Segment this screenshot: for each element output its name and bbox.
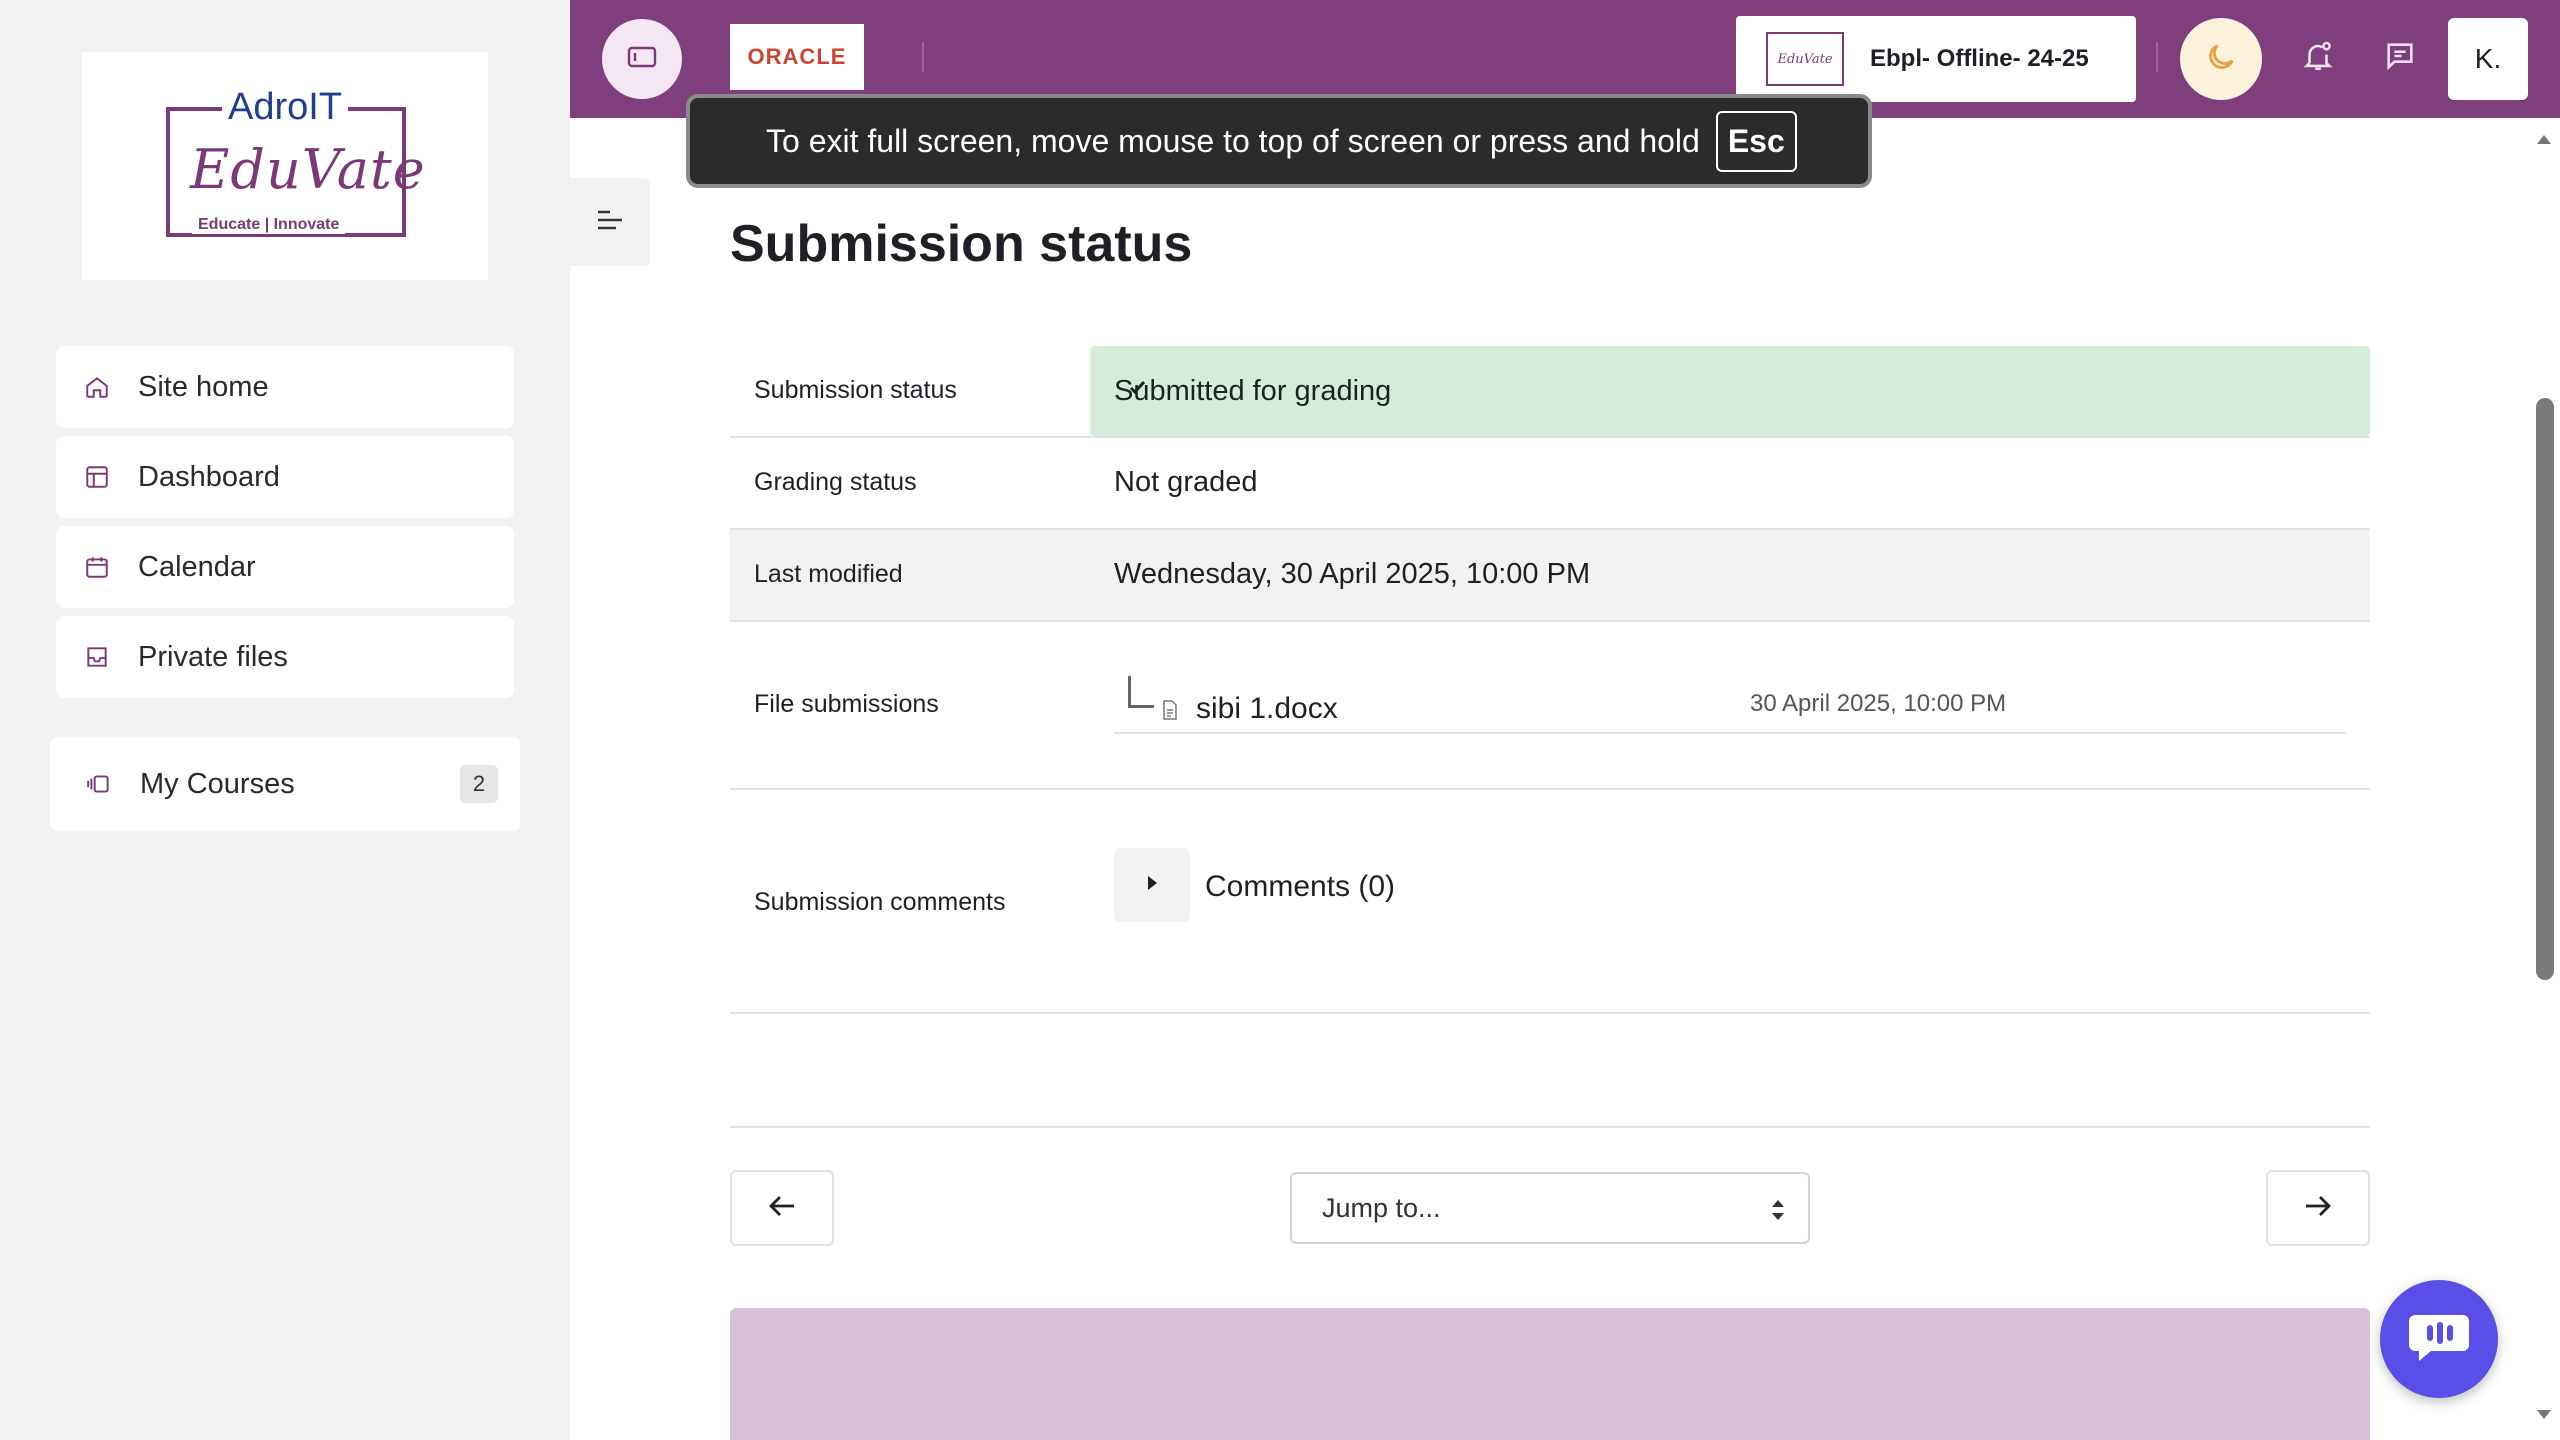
label-submission-status: Submission status — [754, 376, 957, 404]
org-switcher[interactable]: EduVate Ebpl- Offline- 24-25 — [1736, 16, 2136, 102]
label-last-modified: Last modified — [754, 560, 903, 588]
sidebar-item-label: My Courses — [140, 767, 295, 800]
org-logo: EduVate — [1766, 32, 1844, 86]
divider — [922, 42, 924, 72]
document-icon — [1162, 700, 1180, 722]
previous-activity-button[interactable] — [730, 1170, 834, 1246]
menu-icon — [595, 208, 625, 237]
value-grading-status: Not graded — [1114, 466, 1258, 498]
file-date: 30 April 2025, 10:00 PM — [1750, 690, 2007, 717]
value-submission-status: Submitted for grading — [1114, 375, 1392, 407]
dark-mode-toggle[interactable] — [2180, 18, 2262, 100]
sidebar-item-my-courses[interactable]: My Courses 2 — [50, 737, 520, 831]
org-name: Ebpl- Offline- 24-25 — [1870, 45, 2089, 72]
site-logo[interactable]: AdroIT EduVate Educate | Innovate — [82, 52, 488, 280]
scroll-down-icon[interactable] — [2534, 1408, 2554, 1422]
bell-icon — [2301, 38, 2335, 79]
comments-expand-button[interactable] — [1114, 848, 1190, 922]
courses-icon — [84, 769, 114, 799]
label-submission-comments: Submission comments — [754, 888, 1006, 916]
calendar-icon — [82, 552, 112, 582]
logo-top-text: AdroIT — [222, 86, 349, 129]
divider — [730, 1012, 2370, 1014]
chatbot-button[interactable] — [2380, 1280, 2498, 1398]
value-last-modified: Wednesday, 30 April 2025, 10:00 PM — [1114, 558, 1591, 590]
arrow-right-icon — [2304, 1194, 2332, 1223]
jump-to-select[interactable]: Jump to... — [1290, 1172, 1810, 1244]
chatbot-icon — [2407, 1309, 2471, 1370]
sidebar-toggle-button[interactable] — [602, 19, 682, 99]
next-activity-button[interactable] — [2266, 1170, 2370, 1246]
jump-to-selected: Jump to... — [1322, 1192, 1441, 1223]
oracle-logo[interactable]: ORACLE — [730, 24, 864, 90]
logo-sub-text: Educate | Innovate — [192, 216, 346, 234]
moon-icon — [2204, 40, 2238, 79]
file-entry: sibi 1.docx 30 April 2025, 10:00 PM — [1114, 670, 2346, 734]
left-sidebar: AdroIT EduVate Educate | Innovate Site h… — [0, 0, 570, 1440]
file-link[interactable]: sibi 1.docx — [1196, 692, 1338, 726]
footer-block — [730, 1308, 2370, 1440]
arrow-left-icon — [768, 1194, 796, 1223]
chat-icon — [2383, 39, 2417, 78]
esc-key-badge: Esc — [1715, 110, 1797, 172]
fullscreen-exit-toast: To exit full screen, move mouse to top o… — [686, 94, 1872, 188]
row-last-modified: Last modified Wednesday, 30 April 2025, … — [730, 530, 2370, 622]
sidebar-item-label: Private files — [138, 640, 288, 673]
check-icon — [1128, 378, 1148, 398]
label-file-submissions: File submissions — [754, 690, 939, 718]
caret-right-icon — [1145, 874, 1159, 897]
comments-link[interactable]: Comments (0) — [1205, 870, 1395, 904]
select-arrows-icon — [1770, 1196, 1786, 1224]
course-index-toggle[interactable] — [570, 178, 650, 266]
divider — [730, 1126, 2370, 1128]
tree-connector — [1128, 676, 1154, 708]
sidebar-item-label: Calendar — [138, 550, 256, 583]
label-grading-status: Grading status — [754, 468, 917, 496]
sidebar-item-site-home[interactable]: Site home — [56, 346, 514, 428]
scroll-up-icon[interactable] — [2534, 132, 2554, 146]
sidebar-item-dashboard[interactable]: Dashboard — [56, 436, 514, 518]
row-grading-status: Grading status Not graded — [730, 438, 2370, 530]
page-title: Submission status — [730, 215, 1193, 273]
fullscreen-message: To exit full screen, move mouse to top o… — [766, 122, 1700, 159]
messages-button[interactable] — [2378, 36, 2422, 80]
logo-main-text: EduVate — [190, 138, 426, 201]
scrollbar-thumb[interactable] — [2536, 398, 2554, 980]
divider — [2156, 42, 2158, 72]
sidebar-item-label: Site home — [138, 370, 269, 403]
home-icon — [82, 372, 112, 402]
notifications-button[interactable] — [2296, 36, 2340, 80]
course-count-badge: 2 — [460, 765, 498, 803]
inbox-icon — [82, 642, 112, 672]
sidebar-item-label: Dashboard — [138, 460, 280, 493]
sidebar-item-calendar[interactable]: Calendar — [56, 526, 514, 608]
panel-icon — [627, 45, 657, 74]
sidebar-item-private-files[interactable]: Private files — [56, 616, 514, 698]
row-submission-comments: Submission comments — [730, 790, 2370, 1014]
dashboard-icon — [82, 462, 112, 492]
user-avatar[interactable]: K. — [2448, 18, 2528, 100]
